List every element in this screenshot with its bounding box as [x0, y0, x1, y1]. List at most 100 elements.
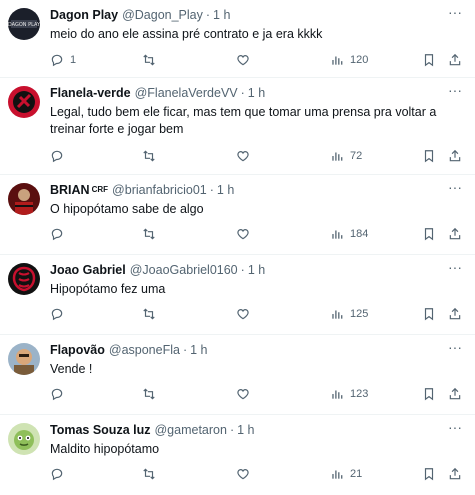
display-name[interactable]: Dagon Play [50, 7, 118, 23]
action-bar: 125 [50, 306, 467, 322]
share-icon [449, 467, 461, 480]
bookmark-icon [424, 468, 434, 481]
separator-dot: · [240, 263, 245, 277]
like-button[interactable] [236, 149, 250, 163]
svg-text:DAGON PLAY: DAGON PLAY [8, 22, 40, 28]
action-bar: 184 [50, 226, 467, 242]
view-count: 120 [350, 54, 369, 66]
action-bar: 21 [50, 466, 467, 482]
view-count: 123 [350, 388, 369, 400]
more-options-icon[interactable]: ··· [445, 83, 465, 101]
views-button[interactable]: 184 [330, 227, 368, 241]
tweet-text: Hipopótamo fez uma [50, 282, 166, 296]
more-options-icon[interactable]: ··· [445, 340, 465, 358]
retweet-button[interactable] [142, 307, 156, 321]
tweet-text: Vende ! [50, 362, 93, 376]
share-button[interactable] [448, 467, 462, 481]
reply-button[interactable] [50, 307, 70, 321]
bookmark-button[interactable] [422, 53, 436, 67]
timestamp[interactable]: 1 h [217, 182, 234, 198]
views-button[interactable]: 123 [330, 387, 368, 401]
analytics-icon [332, 230, 343, 239]
display-name[interactable]: Flanela-verde [50, 85, 131, 101]
timestamp[interactable]: 1 h [190, 342, 207, 358]
views-button[interactable]: 125 [330, 307, 368, 321]
tweet-item[interactable]: Tomas Souza luz @gametaron · 1 h ··· Mal… [0, 415, 475, 495]
tweet-item[interactable]: DAGON PLAY Dagon Play @Dagon_Play · 1 h … [0, 0, 475, 78]
user-handle[interactable]: @FlanelaVerdeVV [135, 85, 238, 101]
share-icon [449, 53, 461, 66]
heart-icon [237, 309, 249, 320]
reply-icon [51, 308, 63, 321]
tweet-text: Maldito hipopótamo [50, 442, 160, 456]
more-options-icon[interactable]: ··· [445, 260, 465, 278]
analytics-icon [332, 470, 343, 479]
tweet-item[interactable]: BRIAN CRF @brianfabricio01 · 1 h ··· O h… [0, 175, 475, 255]
bookmark-button[interactable] [422, 467, 436, 481]
timestamp[interactable]: 1 h [248, 262, 265, 278]
display-name[interactable]: Flapovão [50, 342, 105, 358]
like-button[interactable] [236, 307, 250, 321]
user-handle[interactable]: @asponeFla [109, 342, 180, 358]
avatar[interactable]: DAGON PLAY [8, 8, 40, 40]
heart-icon [237, 469, 249, 480]
user-handle[interactable]: @Dagon_Play [122, 7, 203, 23]
reply-button[interactable]: 1 [50, 53, 76, 67]
display-name[interactable]: BRIAN [50, 182, 90, 198]
club-badge: CRF [91, 185, 109, 194]
avatar[interactable] [8, 86, 40, 118]
user-handle[interactable]: @brianfabricio01 [112, 182, 207, 198]
user-handle[interactable]: @JoaoGabriel0160 [130, 262, 238, 278]
tweet-item[interactable]: Flanela-verde @FlanelaVerdeVV · 1 h ··· … [0, 78, 475, 175]
reply-button[interactable] [50, 387, 70, 401]
timestamp[interactable]: 1 h [237, 422, 254, 438]
reply-feed: DAGON PLAY Dagon Play @Dagon_Play · 1 h … [0, 0, 475, 495]
bookmark-icon [424, 228, 434, 241]
avatar[interactable] [8, 343, 40, 375]
bookmark-button[interactable] [422, 387, 436, 401]
share-button[interactable] [448, 307, 462, 321]
retweet-button[interactable] [142, 227, 156, 241]
reply-icon [51, 468, 63, 481]
bookmark-button[interactable] [422, 149, 436, 163]
more-options-icon[interactable]: ··· [445, 420, 465, 438]
share-button[interactable] [448, 149, 462, 163]
user-handle[interactable]: @gametaron [154, 422, 226, 438]
like-button[interactable] [236, 387, 250, 401]
timestamp[interactable]: 1 h [213, 7, 230, 23]
share-button[interactable] [448, 227, 462, 241]
tweet-text: O hipopótamo sabe de algo [50, 202, 204, 216]
display-name[interactable]: Tomas Souza luz [50, 422, 150, 438]
retweet-button[interactable] [142, 467, 156, 481]
retweet-icon [143, 468, 155, 480]
tweet-text: Legal, tudo bem ele ficar, mas tem que t… [50, 105, 437, 136]
share-button[interactable] [448, 53, 462, 67]
views-button[interactable]: 120 [330, 53, 368, 67]
tweet-item[interactable]: Flapovão @asponeFla · 1 h ··· Vende ! 12… [0, 335, 475, 415]
timestamp[interactable]: 1 h [248, 85, 265, 101]
reply-icon [51, 388, 63, 401]
views-button[interactable]: 72 [330, 149, 362, 163]
bookmark-icon [424, 150, 434, 163]
retweet-button[interactable] [142, 53, 156, 67]
reply-button[interactable] [50, 149, 70, 163]
like-button[interactable] [236, 467, 250, 481]
avatar[interactable] [8, 263, 40, 295]
more-options-icon[interactable]: ··· [445, 180, 465, 198]
retweet-button[interactable] [142, 149, 156, 163]
avatar[interactable] [8, 183, 40, 215]
avatar[interactable] [8, 423, 40, 455]
share-button[interactable] [448, 387, 462, 401]
reply-button[interactable] [50, 467, 70, 481]
bookmark-button[interactable] [422, 227, 436, 241]
retweet-button[interactable] [142, 387, 156, 401]
like-button[interactable] [236, 53, 250, 67]
reply-button[interactable] [50, 227, 70, 241]
more-options-icon[interactable]: ··· [445, 5, 465, 23]
display-name[interactable]: Joao Gabriel [50, 262, 126, 278]
views-button[interactable]: 21 [330, 467, 362, 481]
bookmark-button[interactable] [422, 307, 436, 321]
tweet-item[interactable]: Joao Gabriel @JoaoGabriel0160 · 1 h ··· … [0, 255, 475, 335]
like-button[interactable] [236, 227, 250, 241]
action-bar: 72 [50, 148, 467, 164]
